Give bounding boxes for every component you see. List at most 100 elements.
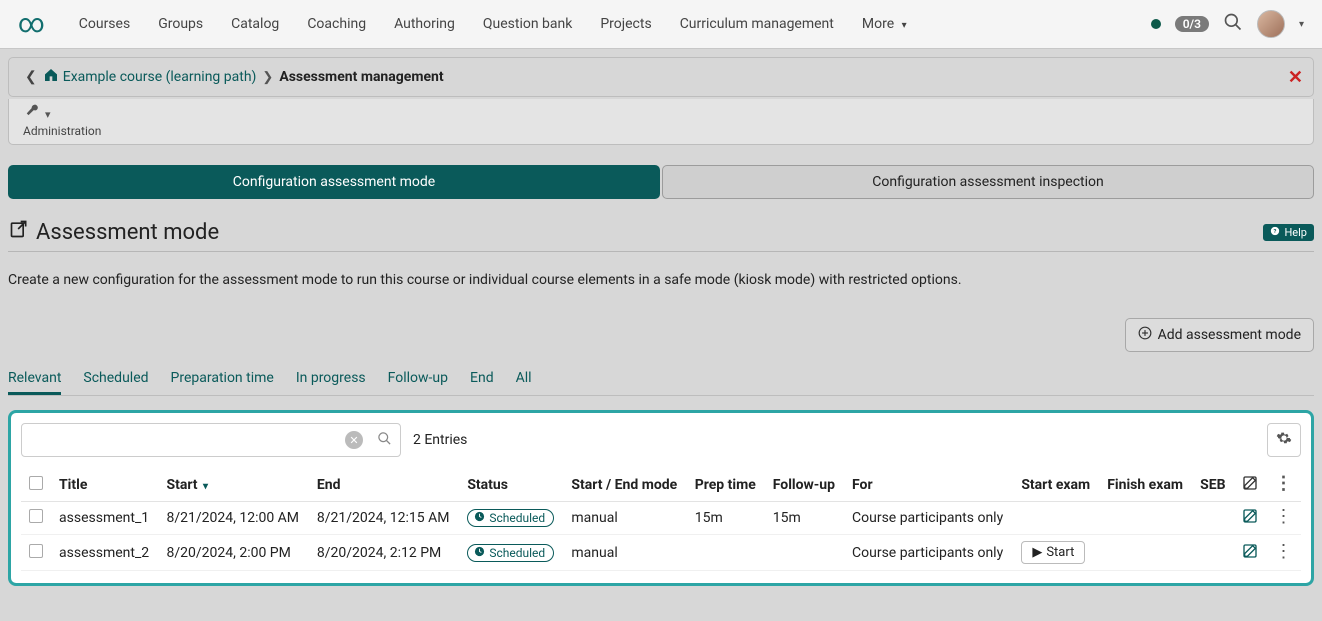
nav-curriculum[interactable]: Curriculum management <box>666 16 848 32</box>
nav-groups[interactable]: Groups <box>144 16 217 32</box>
top-navbar: ∞ Courses Groups Catalog Coaching Author… <box>0 0 1322 49</box>
filter-follow-up[interactable]: Follow-up <box>388 370 448 395</box>
tab-config-mode[interactable]: Configuration assessment mode <box>8 165 660 199</box>
nav-courses[interactable]: Courses <box>65 16 144 32</box>
col-status[interactable]: Status <box>459 469 563 502</box>
clear-search-icon[interactable]: ✕ <box>345 431 363 449</box>
config-segments: Configuration assessment mode Configurat… <box>8 165 1314 199</box>
col-edit <box>1234 469 1266 502</box>
cell-seb <box>1192 535 1234 571</box>
clock-icon <box>474 511 485 525</box>
cell-start-exam <box>1013 502 1099 535</box>
filter-in-progress[interactable]: In progress <box>296 370 366 395</box>
page-title-text: Assessment mode <box>36 220 219 245</box>
kebab-icon: ⋮ <box>1274 473 1292 494</box>
breadcrumb-separator-icon: ❯ <box>256 70 279 85</box>
chevron-down-icon: ▾ <box>902 20 907 31</box>
col-start-end-mode[interactable]: Start / End mode <box>563 469 686 502</box>
search-input[interactable] <box>30 424 345 456</box>
filter-scheduled[interactable]: Scheduled <box>83 370 148 395</box>
edit-icon <box>1242 476 1258 495</box>
filter-relevant[interactable]: Relevant <box>8 370 61 395</box>
cell-end: 8/20/2024, 2:12 PM <box>309 535 459 571</box>
home-icon[interactable] <box>43 67 59 87</box>
admin-label: Administration <box>23 124 1299 138</box>
sort-desc-icon: ▾ <box>203 481 208 492</box>
breadcrumb: ❮ Example course (learning path) ❯ Asses… <box>8 57 1314 97</box>
clipboard-icon <box>8 219 30 244</box>
toolbar-administration[interactable]: ▾ Administration <box>8 99 1314 145</box>
nav-catalog[interactable]: Catalog <box>217 16 293 32</box>
cell-finish-exam <box>1099 535 1192 571</box>
logo-icon: ∞ <box>18 9 45 39</box>
assessment-table: Title Start ▾ End Status Start / End mod… <box>21 469 1301 571</box>
back-chevron-icon[interactable]: ❮ <box>19 69 43 85</box>
status-label: Scheduled <box>489 546 545 560</box>
nav-coaching[interactable]: Coaching <box>293 16 380 32</box>
page-title: Assessment mode <box>8 219 219 245</box>
cell-follow: 15m <box>765 502 844 535</box>
user-menu-caret-icon[interactable]: ▾ <box>1299 19 1304 30</box>
start-exam-button[interactable]: ▶ Start <box>1021 541 1085 564</box>
add-assessment-mode-button[interactable]: Add assessment mode <box>1125 318 1314 352</box>
status-badge: Scheduled <box>467 509 554 527</box>
help-icon: ? <box>1270 226 1280 239</box>
cell-for: Course participants only <box>844 535 1013 571</box>
status-dot-icon <box>1151 19 1161 29</box>
row-actions-menu[interactable]: ⋮ <box>1274 541 1292 562</box>
cell-start: 8/20/2024, 2:00 PM <box>158 535 308 571</box>
help-button[interactable]: ? Help <box>1263 224 1314 241</box>
col-start-exam[interactable]: Start exam <box>1013 469 1099 502</box>
tab-config-inspection[interactable]: Configuration assessment inspection <box>662 165 1314 199</box>
col-actions: ⋮ <box>1266 469 1301 502</box>
start-label: Start <box>1046 545 1074 560</box>
cell-seb <box>1192 502 1234 535</box>
col-finish-exam[interactable]: Finish exam <box>1099 469 1192 502</box>
select-all-checkbox[interactable] <box>29 476 43 490</box>
close-icon[interactable]: ✕ <box>1288 67 1303 88</box>
nav-question-bank[interactable]: Question bank <box>469 16 586 32</box>
col-start[interactable]: Start ▾ <box>158 469 308 502</box>
col-for[interactable]: For <box>844 469 1013 502</box>
nav-more-label: More <box>862 16 894 32</box>
search-icon[interactable] <box>1223 12 1243 37</box>
cell-mode: manual <box>563 535 686 571</box>
nav-authoring[interactable]: Authoring <box>380 16 469 32</box>
col-title[interactable]: Title <box>51 469 158 502</box>
wrench-icon <box>23 103 45 122</box>
message-badge[interactable]: 0/3 <box>1175 16 1209 32</box>
edit-row-button[interactable] <box>1242 509 1258 528</box>
nav-projects[interactable]: Projects <box>586 16 665 32</box>
search-icon[interactable] <box>369 431 392 450</box>
play-icon: ▶ <box>1032 545 1042 560</box>
avatar[interactable] <box>1257 10 1285 38</box>
status-badge: Scheduled <box>467 544 554 562</box>
col-follow[interactable]: Follow-up <box>765 469 844 502</box>
cell-end: 8/21/2024, 12:15 AM <box>309 502 459 535</box>
entries-count: 2 Entries <box>413 432 467 448</box>
col-prep[interactable]: Prep time <box>687 469 765 502</box>
filter-end[interactable]: End <box>470 370 494 395</box>
nav-links: Courses Groups Catalog Coaching Authorin… <box>65 16 921 32</box>
filter-all[interactable]: All <box>516 370 532 395</box>
cell-for: Course participants only <box>844 502 1013 535</box>
nav-more[interactable]: More ▾ <box>848 16 921 32</box>
gear-icon <box>1276 430 1292 450</box>
col-end[interactable]: End <box>309 469 459 502</box>
cell-mode: manual <box>563 502 686 535</box>
breadcrumb-current: Assessment management <box>279 69 443 85</box>
cell-prep: 15m <box>687 502 765 535</box>
breadcrumb-course-link[interactable]: Example course (learning path) <box>59 69 257 85</box>
help-label: Help <box>1284 226 1307 239</box>
row-actions-menu[interactable]: ⋮ <box>1274 506 1292 527</box>
table-row: assessment_1 8/21/2024, 12:00 AM 8/21/20… <box>21 502 1301 535</box>
filter-preparation[interactable]: Preparation time <box>171 370 274 395</box>
table-settings-button[interactable] <box>1267 423 1301 457</box>
table-panel: ✕ 2 Entries Title Start ▾ <box>8 410 1314 586</box>
table-row: assessment_2 8/20/2024, 2:00 PM 8/20/202… <box>21 535 1301 571</box>
col-seb[interactable]: SEB <box>1192 469 1234 502</box>
edit-row-button[interactable] <box>1242 544 1258 563</box>
row-checkbox[interactable] <box>29 509 43 523</box>
row-checkbox[interactable] <box>29 544 43 558</box>
cell-title: assessment_2 <box>51 535 158 571</box>
